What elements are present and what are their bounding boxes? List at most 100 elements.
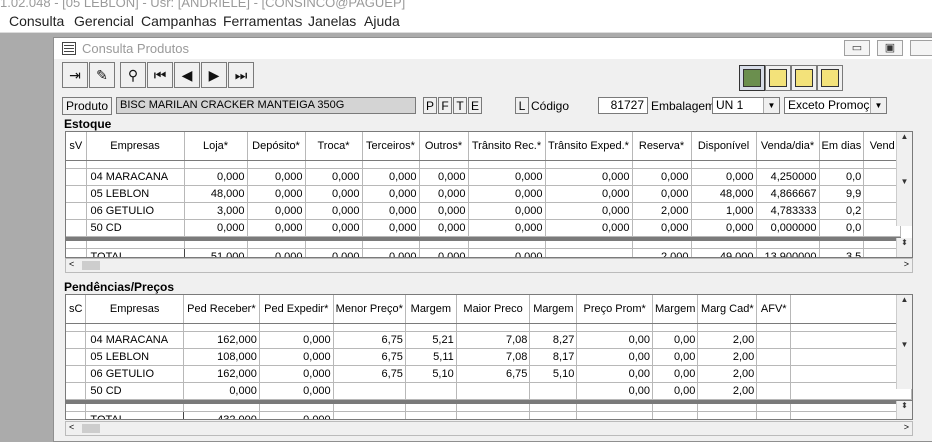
pendencias-grid[interactable]: sC Empresas Ped Receber* Ped Expedir* Menor … xyxy=(65,294,913,420)
column-header[interactable]: sV xyxy=(66,132,87,161)
column-header[interactable]: Troca* xyxy=(305,132,363,161)
scroll-right-icon[interactable]: > xyxy=(904,259,909,269)
table-row[interactable]: 04 MARACANA 162,000 0,000 6,75 5,21 7,08 8,27 0… xyxy=(66,331,912,349)
chevron-down-icon[interactable]: ▼ xyxy=(763,98,779,113)
column-header[interactable]: Margem xyxy=(405,295,457,324)
menu-gerencial[interactable]: Gerencial xyxy=(74,13,134,29)
column-header[interactable]: Empresas xyxy=(85,295,184,324)
column-header[interactable]: Loja* xyxy=(184,132,248,161)
spacer-cell xyxy=(697,323,758,332)
binoculars-icon[interactable]: ⚲ xyxy=(120,62,146,88)
column-header[interactable]: Marg Cad* xyxy=(697,295,758,324)
value-cell: 0,000 xyxy=(419,185,469,203)
value-cell: 8,27 xyxy=(529,331,578,349)
scroll-right-icon[interactable]: > xyxy=(904,422,909,432)
view-grid-icon[interactable] xyxy=(739,65,765,91)
column-header[interactable]: Ped Expedir* xyxy=(259,295,334,324)
empresa-cell: 05 LEBLON xyxy=(86,185,185,203)
view-1-icon[interactable] xyxy=(765,65,791,91)
scroll-thumb[interactable] xyxy=(82,424,100,433)
column-header[interactable]: Margem xyxy=(652,295,699,324)
value-cell: 0,000 xyxy=(691,219,757,237)
scroll-left-icon[interactable]: < xyxy=(69,422,74,432)
column-header[interactable]: Disponível xyxy=(691,132,757,161)
column-header[interactable]: Terceiros* xyxy=(362,132,420,161)
menu-ferramentas[interactable]: Ferramentas xyxy=(223,13,302,29)
value-cell: 0,000 xyxy=(468,219,546,237)
promocao-filter-select[interactable]: Exceto Promoção ▼ xyxy=(784,97,887,114)
column-header[interactable]: Trânsito Rec.* xyxy=(468,132,546,161)
estoque-section-label: Estoque xyxy=(64,117,112,131)
column-header[interactable]: Venda/dia* xyxy=(756,132,820,161)
menu-consulta[interactable]: Consulta xyxy=(9,13,64,29)
table-row[interactable]: 04 MARACANA 0,000 0,000 0,000 0,000 0,000 0,00… xyxy=(66,168,902,186)
spacer-cell xyxy=(362,241,420,249)
column-header[interactable]: Preço Prom* xyxy=(576,295,654,324)
table-row[interactable]: 05 LEBLON 108,000 0,000 6,75 5,11 7,08 8,17 0,0… xyxy=(66,348,912,366)
column-header[interactable]: Trânsito Exped.* xyxy=(545,132,633,161)
column-header[interactable]: Maior Preco xyxy=(456,295,531,324)
close-button[interactable] xyxy=(910,40,932,56)
value-cell: 0,000 xyxy=(247,202,306,220)
column-header[interactable]: Em dias xyxy=(819,132,865,161)
column-header[interactable]: Empresas xyxy=(86,132,185,161)
minimize-button[interactable]: ▭ xyxy=(844,40,870,56)
view-3-icon[interactable] xyxy=(817,65,843,91)
column-header[interactable]: Margem xyxy=(529,295,578,324)
pendencias-total-spinner[interactable]: ⬍ xyxy=(896,401,912,419)
codigo-field[interactable]: 81727 xyxy=(598,97,648,114)
spacer-cell xyxy=(529,323,578,332)
prev-record-icon[interactable]: ◀ xyxy=(174,62,200,88)
scroll-left-icon[interactable]: < xyxy=(69,259,74,269)
column-header[interactable]: Menor Preço* xyxy=(333,295,406,324)
flag-f-button[interactable]: F xyxy=(438,97,452,114)
value-cell: 2,00 xyxy=(697,348,758,366)
view-2-icon[interactable] xyxy=(791,65,817,91)
estoque-total-spinner[interactable]: ⬍ xyxy=(896,238,912,257)
produto-button[interactable]: Produto xyxy=(62,97,112,115)
flag-e-button[interactable]: E xyxy=(468,97,482,114)
pendencias-horizontal-scrollbar[interactable]: < > xyxy=(65,421,913,436)
menu-bar: Consulta Gerencial Campanhas Ferramentas… xyxy=(0,12,932,33)
total-value: 3,5 xyxy=(819,248,865,257)
value-cell: 2,00 xyxy=(697,382,758,400)
embalagem-select[interactable]: UN 1 ▼ xyxy=(712,97,780,114)
column-header[interactable] xyxy=(790,295,912,324)
column-header[interactable]: Ped Receber* xyxy=(183,295,260,324)
table-row[interactable]: 06 GETULIO 3,000 0,000 0,000 0,000 0,000 0,000… xyxy=(66,202,902,220)
total-row: TOTAL 432,000 0,000 xyxy=(66,411,912,419)
column-header[interactable]: Reserva* xyxy=(632,132,692,161)
estoque-vertical-scrollbar[interactable]: ▲ ▼ xyxy=(896,132,912,226)
column-header[interactable]: Outros* xyxy=(419,132,469,161)
empresa-cell: 50 CD xyxy=(85,382,184,400)
table-row[interactable]: 05 LEBLON 48,000 0,000 0,000 0,000 0,000 0,000… xyxy=(66,185,902,203)
value-cell: 108,000 xyxy=(183,348,260,366)
estoque-grid[interactable]: sV Empresas Loja* Depósito* Troca* Terceiros*… xyxy=(65,131,913,258)
pendencias-vertical-scrollbar[interactable]: ▲ ▼ xyxy=(896,295,912,389)
last-record-icon[interactable]: ⏭ xyxy=(228,62,254,88)
table-row[interactable]: 50 CD 0,000 0,000 0,00 0,00 2,00 xyxy=(66,382,912,400)
window-menu-icon[interactable] xyxy=(62,42,76,55)
table-row[interactable]: 06 GETULIO 162,000 0,000 6,75 5,10 6,75 5,10 0,… xyxy=(66,365,912,383)
estoque-horizontal-scrollbar[interactable]: < > xyxy=(65,258,913,273)
first-record-icon[interactable]: ⏮ xyxy=(147,62,173,88)
value-cell: 0,000 xyxy=(305,168,363,186)
value-cell: 0,000 xyxy=(468,185,546,203)
l-button[interactable]: L xyxy=(515,97,529,114)
column-header[interactable]: sC xyxy=(66,295,87,324)
eraser-icon[interactable]: ✎ xyxy=(89,62,115,88)
table-row[interactable]: 50 CD 0,000 0,000 0,000 0,000 0,000 0,000 0,000… xyxy=(66,219,902,237)
chevron-down-icon[interactable]: ▼ xyxy=(870,98,886,113)
column-header[interactable]: AFV* xyxy=(756,295,792,324)
value-cell xyxy=(529,382,578,400)
flag-p-button[interactable]: P xyxy=(423,97,437,114)
scroll-thumb[interactable] xyxy=(82,261,100,270)
restore-button[interactable]: ▣ xyxy=(877,40,903,56)
menu-janelas[interactable]: Janelas xyxy=(308,13,356,29)
menu-campanhas[interactable]: Campanhas xyxy=(141,13,217,29)
next-record-icon[interactable]: ▶ xyxy=(201,62,227,88)
menu-ajuda[interactable]: Ajuda xyxy=(364,13,400,29)
flag-t-button[interactable]: T xyxy=(453,97,467,114)
column-header[interactable]: Depósito* xyxy=(247,132,306,161)
exit-icon[interactable]: ⇥ xyxy=(62,62,88,88)
